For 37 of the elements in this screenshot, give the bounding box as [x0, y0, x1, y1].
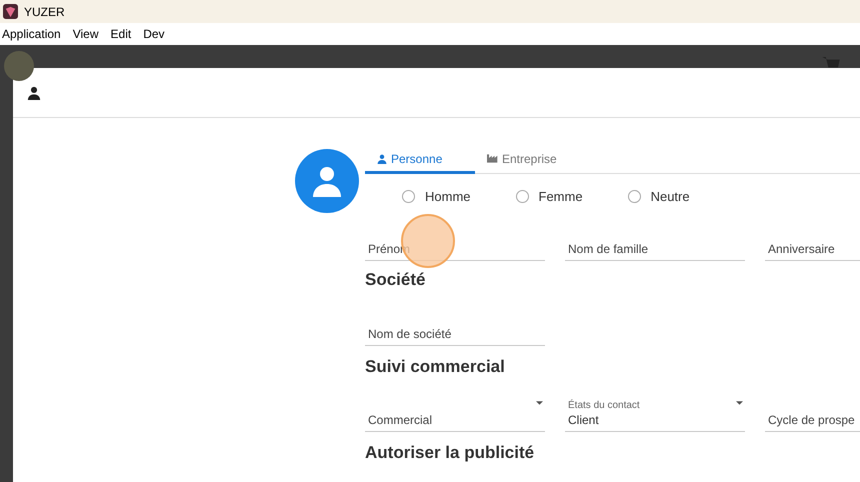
- dropdown-caret-icon: [736, 400, 743, 404]
- menu-item[interactable]: Edit: [110, 25, 132, 43]
- input-field[interactable]: Cycle de prospe: [765, 398, 860, 432]
- field-label: États du contact: [568, 400, 640, 412]
- person-icon: [311, 165, 343, 197]
- tab[interactable]: Personne: [365, 146, 475, 174]
- menu-item[interactable]: Application: [2, 25, 61, 43]
- menu-item[interactable]: View: [72, 25, 99, 43]
- window-title: YUZER: [24, 4, 65, 20]
- input-field[interactable]: Anniversaire: [765, 226, 860, 260]
- field-placeholder: Commercial: [368, 412, 432, 428]
- field-placeholder: Nom de famille: [568, 240, 648, 256]
- tab[interactable]: Entreprise: [475, 146, 569, 174]
- factory-icon: [487, 154, 498, 163]
- person-icon: [27, 84, 41, 100]
- section-heading: Suivi commercial: [365, 356, 506, 378]
- field-placeholder: Anniversaire: [768, 240, 835, 256]
- select-field[interactable]: Commercial: [365, 398, 545, 432]
- field-placeholder: Cycle de prospe: [768, 412, 855, 428]
- dropdown-caret-icon: [536, 400, 543, 404]
- radio-label: Femme: [538, 188, 583, 206]
- menu-item[interactable]: Dev: [143, 25, 165, 43]
- input-field[interactable]: Nom de famille: [565, 226, 745, 260]
- radio-button[interactable]: [516, 190, 529, 204]
- field-value: Client: [568, 412, 599, 428]
- section-heading: Autoriser la publicité: [365, 442, 536, 464]
- avatar-icon: [4, 51, 34, 81]
- app-logo-icon: [3, 4, 18, 19]
- radio-button[interactable]: [402, 190, 415, 204]
- section-heading: Société: [365, 268, 426, 290]
- radio-label: Neutre: [650, 188, 690, 206]
- radio-button[interactable]: [628, 190, 641, 204]
- input-field[interactable]: Nom de société: [365, 312, 545, 346]
- person-icon: [377, 154, 387, 164]
- field-placeholder: Nom de société: [368, 326, 452, 342]
- select-field[interactable]: États du contact Client: [565, 398, 745, 432]
- radio-label: Homme: [425, 188, 471, 206]
